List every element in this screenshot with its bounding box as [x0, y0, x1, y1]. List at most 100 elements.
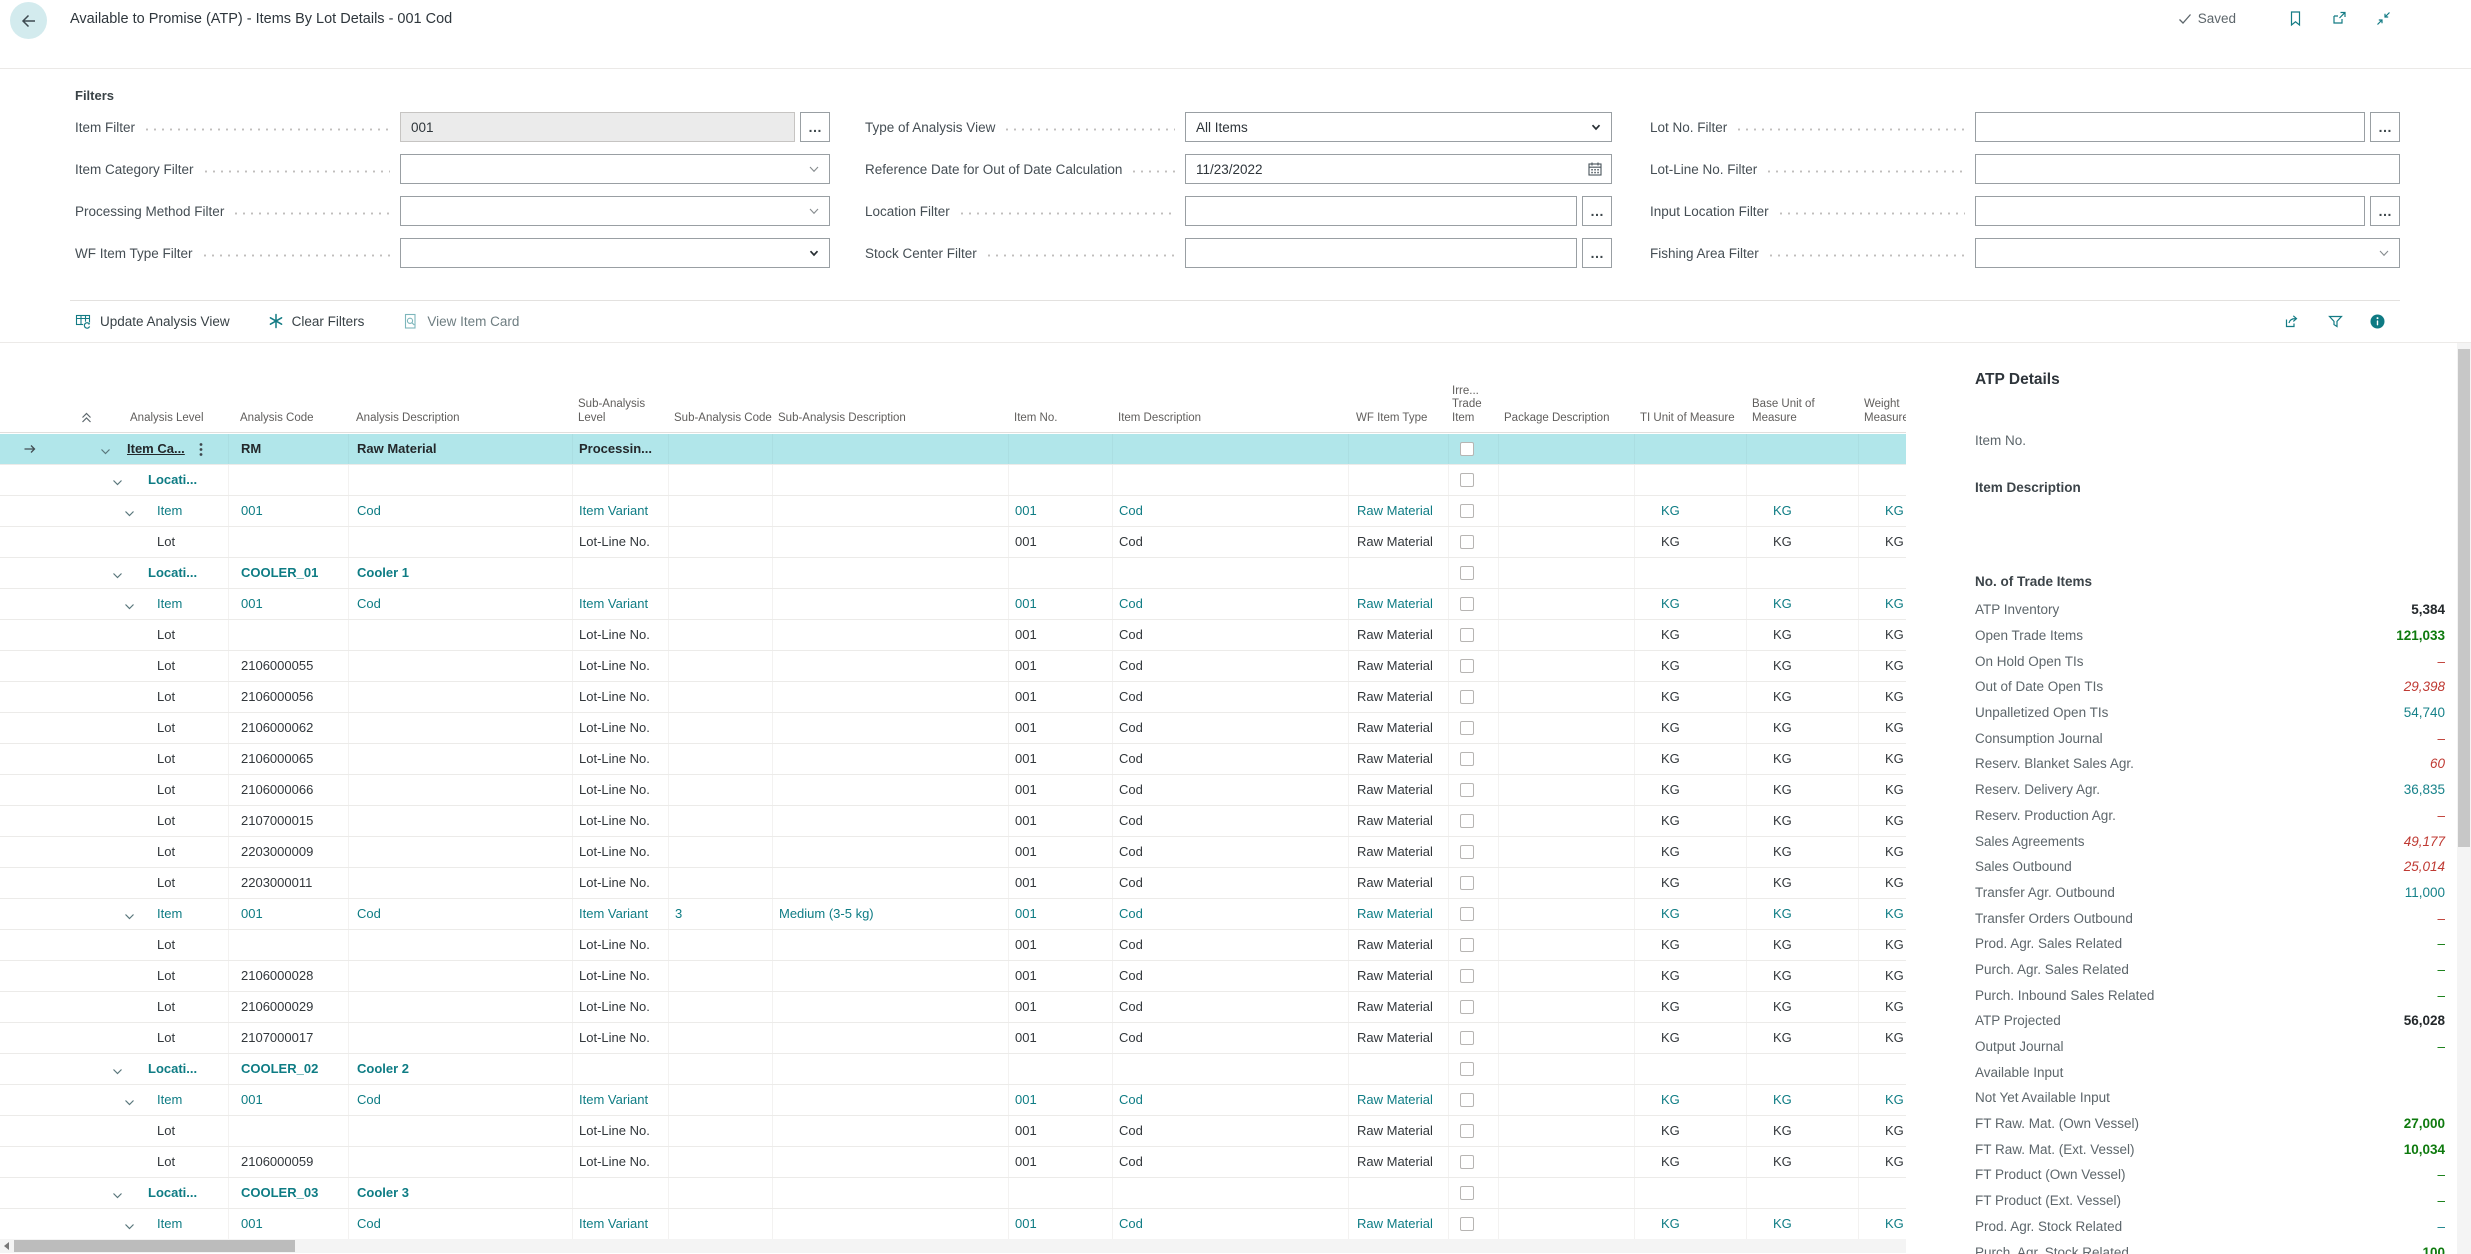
fishing-area-filter-input[interactable] [1975, 238, 2400, 268]
wf-item-type[interactable]: Raw Material [1357, 1216, 1433, 1231]
column-header-sub-analysis-description[interactable]: Sub-Analysis Description [772, 412, 1008, 433]
column-header-sub-analysis-code[interactable]: Sub-Analysis Code [668, 412, 772, 433]
update-analysis-view-button[interactable]: Update Analysis View [75, 313, 230, 330]
analysis-code[interactable]: 001 [241, 1092, 263, 1107]
page-scrollbar[interactable] [2457, 343, 2471, 1254]
analysis-desc[interactable]: Cod [357, 596, 381, 611]
wf-item-type[interactable]: Raw Material [1357, 906, 1433, 921]
atp-detail-value[interactable]: 60 [2430, 756, 2445, 771]
column-header-base-unit-of-measure[interactable]: Base Unit of Measure [1746, 398, 1858, 432]
sub-level[interactable]: Item Variant [579, 906, 648, 921]
atp-detail-value[interactable]: 25,014 [2404, 859, 2445, 874]
column-header-sub-analysis-level[interactable]: Sub-Analysis Level [572, 398, 668, 432]
atp-detail-value[interactable]: 36,835 [2404, 782, 2445, 797]
grid-row[interactable]: Item001CodItem Variant001CodRaw Material… [0, 496, 1906, 527]
expand-chevron-icon[interactable] [124, 1213, 135, 1239]
wf-item-type[interactable]: Raw Material [1357, 596, 1433, 611]
collapse-window-icon[interactable] [2375, 10, 2392, 27]
trade-item-checkbox[interactable] [1460, 1000, 1474, 1014]
chevron-down-icon[interactable] [807, 246, 821, 260]
trade-item-checkbox[interactable] [1460, 1155, 1474, 1169]
analysis-code[interactable]: 001 [241, 503, 263, 518]
analysis-desc[interactable]: Cooler 3 [357, 1185, 409, 1200]
grid-row[interactable]: Lot2106000028Lot-Line No.001CodRaw Mater… [0, 961, 1906, 992]
trade-item-checkbox[interactable] [1460, 907, 1474, 921]
column-header-weight-measure[interactable]: Weight Measure... [1858, 398, 1906, 432]
expand-chevron-icon[interactable] [112, 469, 123, 495]
ti-uom[interactable]: KG [1661, 503, 1680, 518]
base-uom[interactable]: KG [1773, 596, 1792, 611]
column-header-analysis-code[interactable]: Analysis Code [228, 412, 348, 433]
column-header-wf-item-type[interactable]: WF Item Type [1348, 412, 1448, 433]
trade-item-checkbox[interactable] [1460, 597, 1474, 611]
grid-row[interactable]: Lot2203000011Lot-Line No.001CodRaw Mater… [0, 868, 1906, 899]
clear-filters-button[interactable]: Clear Filters [268, 313, 365, 329]
type-of-analysis-view-input[interactable]: All Items [1185, 112, 1612, 142]
atp-detail-value[interactable]: 121,033 [2396, 628, 2445, 643]
expand-chevron-icon[interactable] [112, 1058, 123, 1084]
trade-item-checkbox[interactable] [1460, 535, 1474, 549]
trade-item-checkbox[interactable] [1460, 1062, 1474, 1076]
analysis-code[interactable]: 001 [241, 1216, 263, 1231]
expand-chevron-icon[interactable] [112, 1182, 123, 1208]
grid-row[interactable]: LotLot-Line No.001CodRaw MaterialKGKGKG [0, 527, 1906, 558]
assist-edit-button[interactable]: … [800, 112, 830, 142]
wf-item-type[interactable]: Raw Material [1357, 1092, 1433, 1107]
grid-row[interactable]: Item Ca...RMRaw MaterialProcessin... [0, 434, 1906, 465]
column-header-irre-trade-item[interactable]: Irre... Trade Item [1448, 385, 1498, 433]
item-no[interactable]: 001 [1015, 1216, 1037, 1231]
item-desc[interactable]: Cod [1119, 596, 1143, 611]
weight-uom[interactable]: KG [1885, 1092, 1904, 1107]
expand-chevron-icon[interactable] [124, 593, 135, 619]
atp-detail-value[interactable]: 29,398 [2404, 679, 2445, 694]
analysis-level-label[interactable]: Locati... [148, 1185, 197, 1200]
item-category-filter-input[interactable] [400, 154, 830, 184]
base-uom[interactable]: KG [1773, 1092, 1792, 1107]
analysis-code[interactable]: COOLER_02 [241, 1061, 318, 1076]
atp-detail-value[interactable]: 100 [2422, 1245, 2445, 1254]
chevron-down-icon[interactable] [2377, 246, 2391, 260]
trade-item-checkbox[interactable] [1460, 1186, 1474, 1200]
grid-row[interactable]: Locati...COOLER_03Cooler 3 [0, 1178, 1906, 1209]
location-filter-input[interactable] [1185, 196, 1577, 226]
grid-row[interactable]: Item001CodItem Variant3Medium (3-5 kg)00… [0, 899, 1906, 930]
atp-detail-value[interactable]: 5,384 [2411, 602, 2445, 617]
item-desc[interactable]: Cod [1119, 906, 1143, 921]
horizontal-scroll-thumb[interactable] [14, 1240, 295, 1252]
expand-chevron-icon[interactable] [112, 562, 123, 588]
analysis-code[interactable]: COOLER_01 [241, 565, 318, 580]
ti-uom[interactable]: KG [1661, 906, 1680, 921]
item-filter-input[interactable]: 001 [400, 112, 795, 142]
atp-detail-value[interactable]: 10,034 [2404, 1142, 2445, 1157]
trade-item-checkbox[interactable] [1460, 690, 1474, 704]
back-button[interactable] [10, 2, 47, 39]
base-uom[interactable]: KG [1773, 1216, 1792, 1231]
atp-detail-value[interactable]: 49,177 [2404, 834, 2445, 849]
wf-item-type[interactable]: Raw Material [1357, 503, 1433, 518]
atp-detail-value[interactable]: 27,000 [2404, 1116, 2445, 1131]
ti-uom[interactable]: KG [1661, 1092, 1680, 1107]
analysis-desc[interactable]: Cod [357, 906, 381, 921]
expand-chevron-icon[interactable] [124, 903, 135, 929]
trade-item-checkbox[interactable] [1460, 473, 1474, 487]
lot-line-no-filter-input[interactable] [1975, 154, 2400, 184]
assist-edit-button[interactable]: … [2370, 196, 2400, 226]
page-scroll-thumb[interactable] [2458, 349, 2470, 847]
analysis-level-label[interactable]: Locati... [148, 1061, 197, 1076]
grid-row[interactable]: Lot2107000017Lot-Line No.001CodRaw Mater… [0, 1023, 1906, 1054]
grid-row[interactable]: Lot2106000066Lot-Line No.001CodRaw Mater… [0, 775, 1906, 806]
grid-row[interactable]: Lot2106000065Lot-Line No.001CodRaw Mater… [0, 744, 1906, 775]
trade-item-checkbox[interactable] [1460, 1124, 1474, 1138]
trade-item-checkbox[interactable] [1460, 969, 1474, 983]
bookmark-icon[interactable] [2287, 10, 2304, 27]
share-icon[interactable] [2283, 313, 2302, 330]
analysis-level-label[interactable]: Item Ca... [127, 441, 185, 456]
analysis-desc[interactable]: Cod [357, 1216, 381, 1231]
atp-detail-value[interactable]: 54,740 [2404, 705, 2445, 720]
scroll-left-arrow[interactable] [4, 1242, 9, 1250]
grid-row[interactable]: LotLot-Line No.001CodRaw MaterialKGKGKG [0, 930, 1906, 961]
trade-item-checkbox[interactable] [1460, 783, 1474, 797]
ti-uom[interactable]: KG [1661, 596, 1680, 611]
grid-row[interactable]: Item001CodItem Variant001CodRaw Material… [0, 1085, 1906, 1116]
item-desc[interactable]: Cod [1119, 503, 1143, 518]
